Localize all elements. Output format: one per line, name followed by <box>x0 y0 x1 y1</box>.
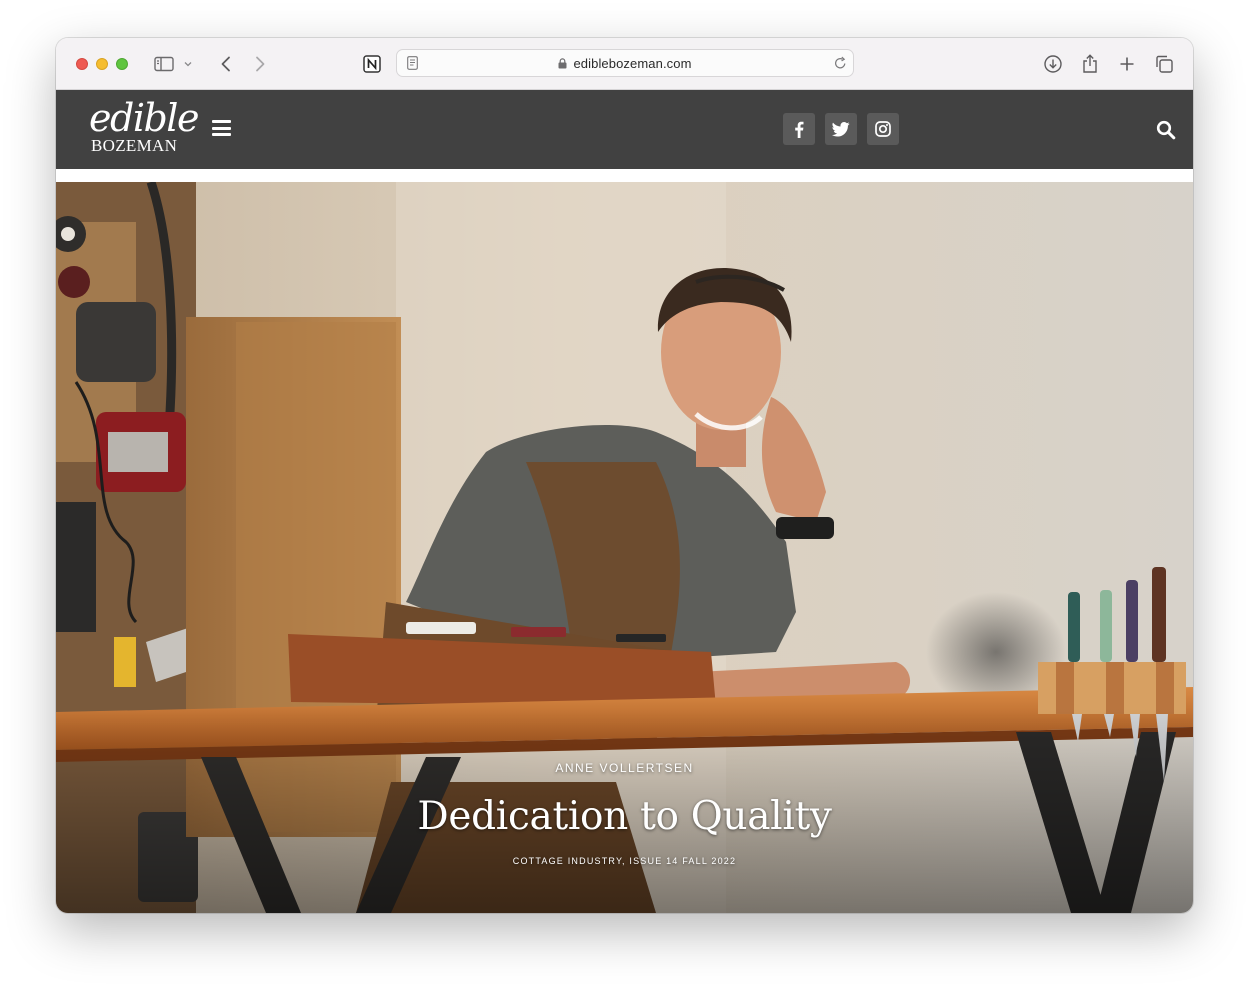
reload-icon[interactable] <box>834 56 847 75</box>
lock-icon <box>558 57 567 72</box>
search-icon[interactable] <box>1156 120 1176 140</box>
hero-section[interactable]: ANNE VOLLERTSEN Dedication to Quality CO… <box>56 182 1193 913</box>
site-logo[interactable]: edible BOZEMAN <box>89 96 199 158</box>
logo-wordmark-edible: edible <box>89 96 199 140</box>
new-tab-icon[interactable] <box>1115 52 1139 76</box>
facebook-icon[interactable] <box>783 113 815 145</box>
url-display[interactable]: ediblebozeman.com <box>397 56 853 72</box>
notion-extension-icon[interactable] <box>360 52 384 76</box>
downloads-icon[interactable] <box>1041 52 1065 76</box>
article-title[interactable]: Dedication to Quality <box>56 794 1193 839</box>
chevron-down-icon[interactable] <box>180 52 196 76</box>
tab-overview-icon[interactable] <box>1152 52 1176 76</box>
header-divider <box>56 169 1193 182</box>
minimize-window-button[interactable] <box>96 58 108 70</box>
close-window-button[interactable] <box>76 58 88 70</box>
twitter-icon[interactable] <box>825 113 857 145</box>
sidebar-toggle-icon[interactable] <box>152 52 176 76</box>
menu-hamburger-icon[interactable] <box>212 120 231 136</box>
back-icon[interactable] <box>214 52 238 76</box>
instagram-icon[interactable] <box>867 113 899 145</box>
article-meta[interactable]: COTTAGE INDUSTRY, ISSUE 14 FALL 2022 <box>56 856 1193 866</box>
article-author[interactable]: ANNE VOLLERTSEN <box>56 761 1193 775</box>
site-header: edible BOZEMAN <box>56 90 1193 169</box>
url-text: ediblebozeman.com <box>573 56 692 71</box>
browser-window: ediblebozeman.com edible BOZEMAN ANNE VO… <box>56 38 1193 913</box>
zoom-window-button[interactable] <box>116 58 128 70</box>
browser-toolbar: ediblebozeman.com <box>56 38 1193 90</box>
address-bar[interactable]: ediblebozeman.com <box>396 49 854 77</box>
forward-icon[interactable] <box>248 52 272 76</box>
logo-wordmark-bozeman: BOZEMAN <box>91 136 178 155</box>
share-icon[interactable] <box>1078 52 1102 76</box>
